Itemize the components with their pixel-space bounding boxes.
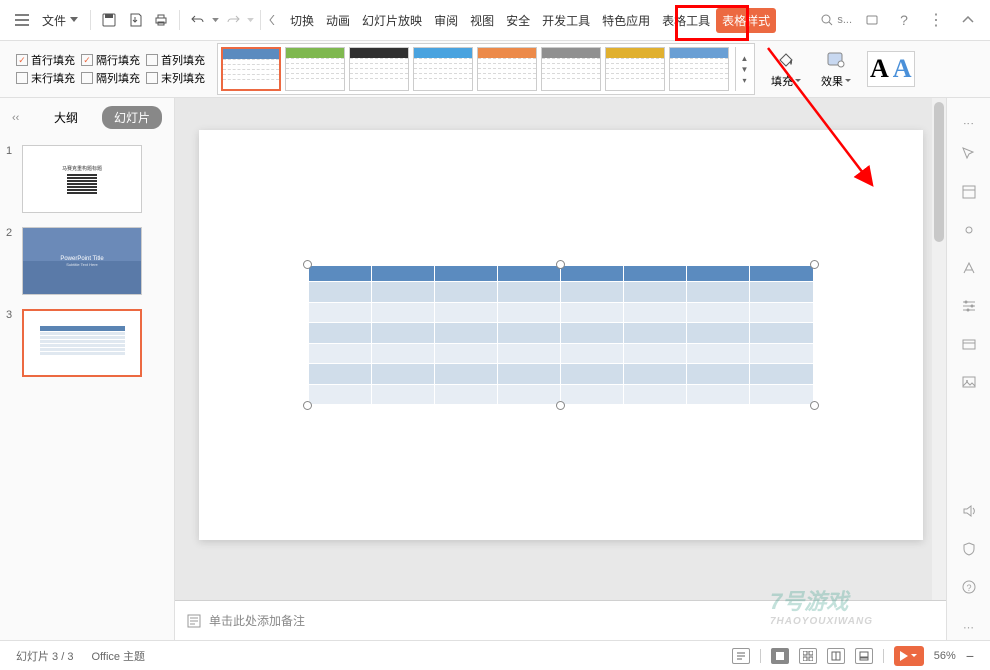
style-swatch-3[interactable] bbox=[349, 47, 409, 91]
table-on-slide[interactable] bbox=[308, 265, 814, 405]
tab-security[interactable]: 安全 bbox=[500, 8, 536, 33]
rail-layout-icon[interactable] bbox=[959, 182, 979, 202]
slide-canvas[interactable] bbox=[199, 130, 923, 540]
rail-sound-icon[interactable] bbox=[959, 501, 979, 521]
undo-dropdown-icon[interactable] bbox=[212, 18, 219, 23]
text-dir-button[interactable] bbox=[732, 648, 750, 664]
right-rail: ⋮ ? ⋯ bbox=[946, 98, 990, 640]
help-button[interactable]: ? bbox=[892, 8, 916, 32]
text-style-a-black[interactable]: A bbox=[870, 54, 889, 84]
zoom-level[interactable]: 56% bbox=[934, 650, 956, 662]
resize-handle-bl[interactable] bbox=[303, 401, 312, 410]
rail-settings-icon[interactable] bbox=[959, 296, 979, 316]
style-swatch-7[interactable] bbox=[605, 47, 665, 91]
search-icon bbox=[821, 14, 833, 26]
chevron-down-icon bbox=[70, 17, 78, 23]
notes-pane[interactable]: 单击此处添加备注 bbox=[175, 600, 946, 640]
notes-placeholder: 单击此处添加备注 bbox=[209, 612, 305, 629]
resize-handle-tc[interactable] bbox=[556, 260, 565, 269]
play-slideshow-button[interactable] bbox=[894, 646, 924, 666]
vertical-scrollbar[interactable] bbox=[932, 98, 946, 600]
redo-button[interactable] bbox=[221, 8, 245, 32]
checkbox-alt-col-fill[interactable]: 隔列填充 bbox=[81, 70, 140, 86]
rail-archive-icon[interactable] bbox=[959, 334, 979, 354]
more-button[interactable]: ⋮ bbox=[924, 8, 948, 32]
slides-tab[interactable]: 幻灯片 bbox=[102, 106, 162, 129]
view-sorter-button[interactable] bbox=[799, 648, 817, 664]
thumbnail-2[interactable]: 2 PowerPoint TitleSubtitle Text Here bbox=[6, 227, 168, 295]
notes-icon bbox=[187, 614, 201, 628]
rail-image-icon[interactable] bbox=[959, 372, 979, 392]
collapse-panel-icon[interactable]: ‹‹ bbox=[12, 112, 19, 124]
undo-button[interactable] bbox=[186, 8, 210, 32]
tab-view[interactable]: 视图 bbox=[464, 8, 500, 33]
file-menu[interactable]: 文件 bbox=[36, 12, 84, 29]
thumbnail-1[interactable]: 1 马赛克重构题标题 bbox=[6, 145, 168, 213]
file-menu-label: 文件 bbox=[42, 12, 66, 29]
rail-text-icon[interactable] bbox=[959, 258, 979, 278]
text-style-a-blue[interactable]: A bbox=[893, 54, 912, 84]
tab-animation[interactable]: 动画 bbox=[320, 8, 356, 33]
ribbon-tabs: 切换 动画 幻灯片放映 审阅 视图 安全 开发工具 特色应用 表格工具 表格样式 bbox=[284, 8, 776, 33]
style-swatch-1[interactable] bbox=[221, 47, 281, 91]
tab-transition[interactable]: 切换 bbox=[284, 8, 320, 33]
resize-handle-bc[interactable] bbox=[556, 401, 565, 410]
style-swatch-4[interactable] bbox=[413, 47, 473, 91]
checkbox-first-row-fill[interactable]: ✓首行填充 bbox=[16, 52, 75, 68]
svg-text:?: ? bbox=[966, 583, 971, 593]
table-styles-gallery: ▲▼▾ bbox=[217, 43, 755, 95]
tab-table-style[interactable]: 表格样式 bbox=[716, 8, 776, 33]
rail-link-icon[interactable] bbox=[959, 220, 979, 240]
tab-devtools[interactable]: 开发工具 bbox=[536, 8, 596, 33]
text-styles-gallery[interactable]: A A bbox=[867, 51, 915, 87]
style-swatch-5[interactable] bbox=[477, 47, 537, 91]
view-normal-button[interactable] bbox=[771, 648, 789, 664]
search-box[interactable]: s... bbox=[821, 14, 852, 26]
save-button[interactable] bbox=[97, 8, 121, 32]
tab-special[interactable]: 特色应用 bbox=[596, 8, 656, 33]
theme-name: Office 主题 bbox=[91, 648, 145, 664]
fill-options-group: ✓首行填充 ✓隔行填充 首列填充 末行填充 隔列填充 末列填充 bbox=[16, 52, 205, 86]
nav-prev-icon[interactable] bbox=[269, 15, 276, 25]
collapse-ribbon-button[interactable] bbox=[956, 8, 980, 32]
resize-handle-tl[interactable] bbox=[303, 260, 312, 269]
style-swatch-6[interactable] bbox=[541, 47, 601, 91]
thumbnail-3[interactable]: 3 bbox=[6, 309, 168, 377]
fill-button[interactable]: 填充 bbox=[767, 47, 805, 91]
redo-dropdown-icon[interactable] bbox=[247, 18, 254, 23]
outline-tab[interactable]: 大纲 bbox=[42, 106, 90, 129]
print-button[interactable] bbox=[149, 8, 173, 32]
effect-button[interactable]: 效果 bbox=[817, 47, 855, 91]
slide-thumbnails: 1 马赛克重构题标题 2 PowerPoint TitleSubtitle Te… bbox=[0, 137, 174, 640]
checkbox-last-col-fill[interactable]: 末列填充 bbox=[146, 70, 205, 86]
tab-table-tools[interactable]: 表格工具 bbox=[656, 8, 716, 33]
search-placeholder: s... bbox=[837, 14, 852, 26]
export-button[interactable] bbox=[123, 8, 147, 32]
checkbox-last-row-fill[interactable]: 末行填充 bbox=[16, 70, 75, 86]
tab-slideshow[interactable]: 幻灯片放映 bbox=[356, 8, 428, 33]
checkbox-alt-row-fill[interactable]: ✓隔行填充 bbox=[81, 52, 140, 68]
style-swatch-2[interactable] bbox=[285, 47, 345, 91]
resize-handle-tr[interactable] bbox=[810, 260, 819, 269]
zoom-out-button[interactable]: − bbox=[966, 648, 974, 664]
tab-review[interactable]: 审阅 bbox=[428, 8, 464, 33]
resize-handle-br[interactable] bbox=[810, 401, 819, 410]
checkbox-first-col-fill[interactable]: 首列填充 bbox=[146, 52, 205, 68]
rail-shield-icon[interactable] bbox=[959, 539, 979, 559]
slide-counter: 幻灯片 3 / 3 bbox=[16, 648, 73, 664]
hamburger-menu-icon[interactable] bbox=[10, 8, 34, 32]
styles-gallery-dropdown[interactable]: ▲▼▾ bbox=[735, 47, 751, 91]
rail-select-icon[interactable] bbox=[959, 144, 979, 164]
view-reading-button[interactable] bbox=[827, 648, 845, 664]
pin-button[interactable] bbox=[860, 8, 884, 32]
rail-help-icon[interactable]: ? bbox=[959, 577, 979, 597]
style-swatch-8[interactable] bbox=[669, 47, 729, 91]
view-notes-button[interactable] bbox=[855, 648, 873, 664]
